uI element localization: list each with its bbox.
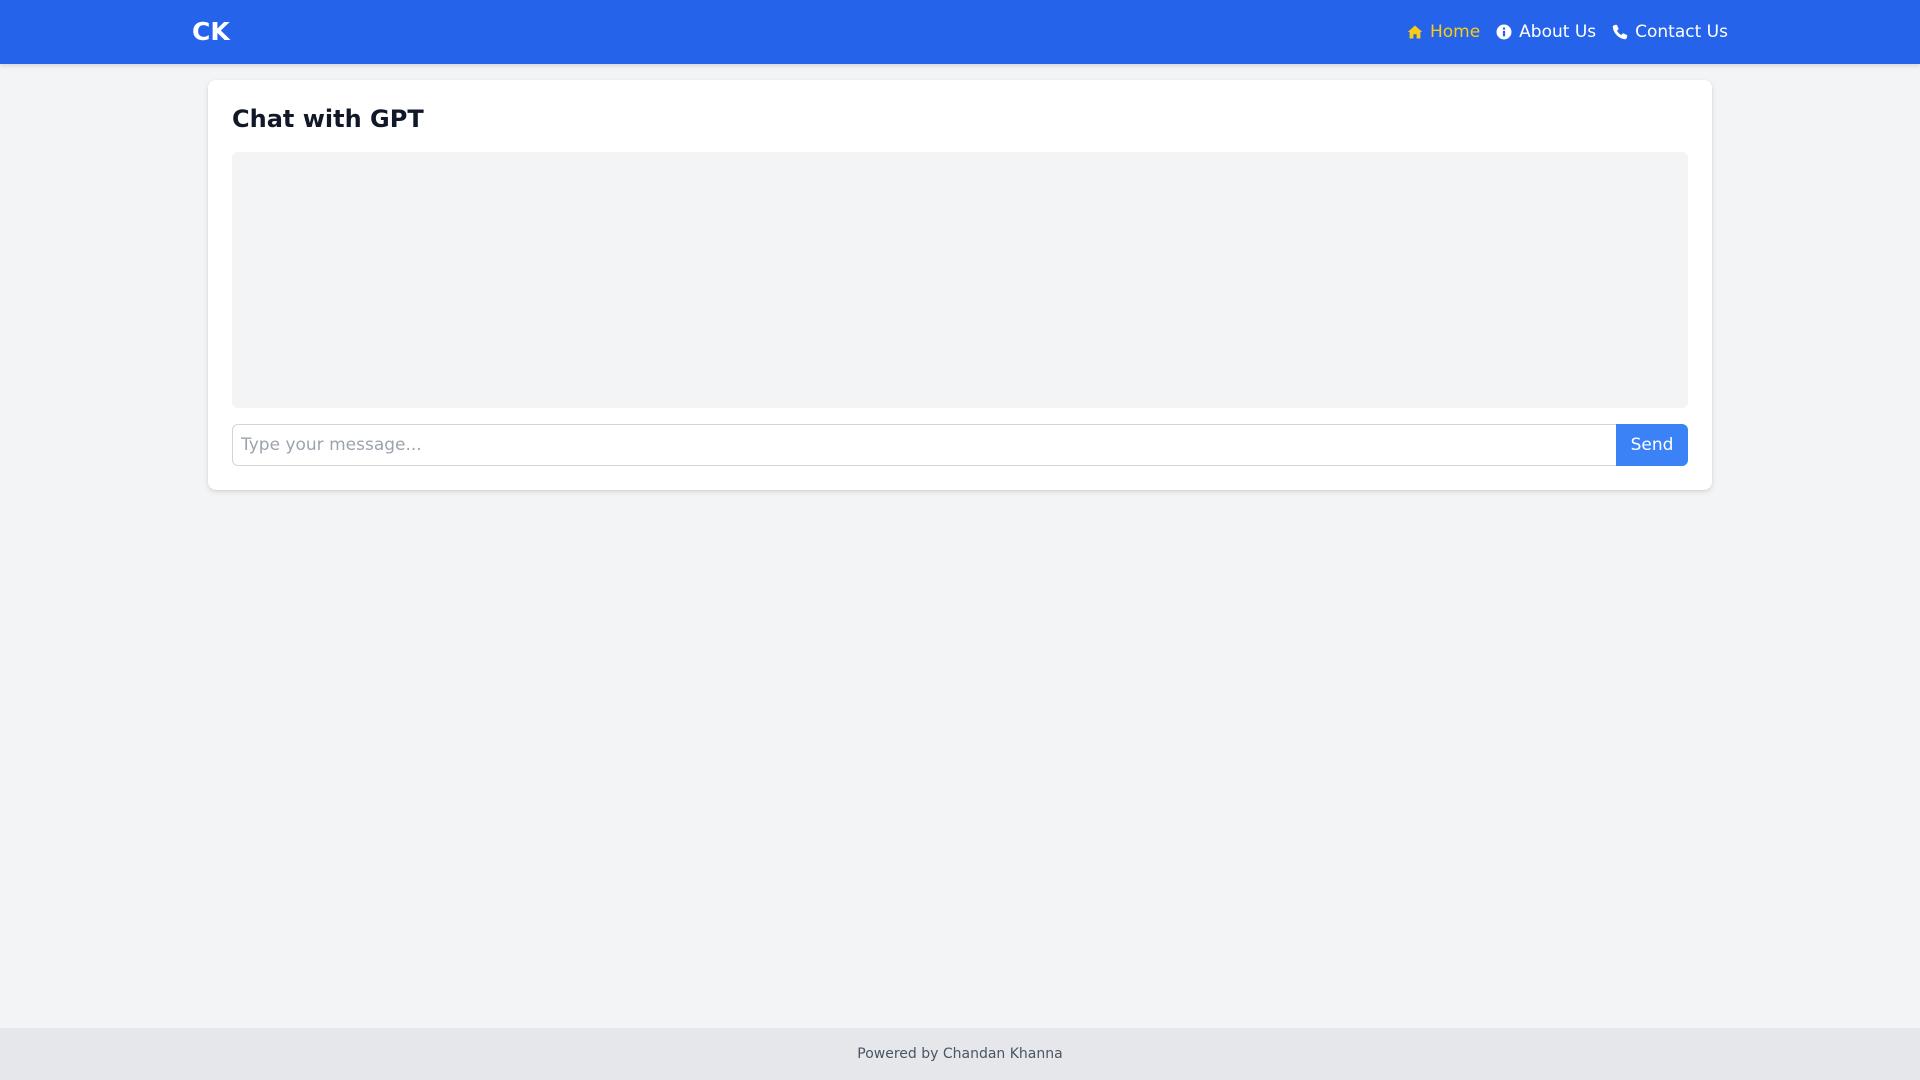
- home-icon: [1407, 25, 1423, 39]
- footer: Powered by Chandan Khanna: [0, 1028, 1920, 1080]
- info-icon: [1496, 24, 1512, 40]
- page-title: Chat with GPT: [232, 105, 424, 133]
- message-input-row: Send: [232, 424, 1688, 466]
- nav-link-label: Home: [1429, 22, 1481, 42]
- brand-logo[interactable]: CK: [192, 17, 230, 47]
- nav-link-label: About Us: [1519, 22, 1597, 42]
- nav-link-about[interactable]: About Us: [1496, 22, 1596, 42]
- chat-messages-area[interactable]: [232, 152, 1688, 408]
- chat-card: Chat with GPT Send: [208, 80, 1712, 490]
- navbar: CK Home About Us Contact Us: [0, 0, 1920, 64]
- footer-text: Powered by Chandan Khanna: [857, 1046, 1063, 1062]
- nav-links: Home About Us Contact Us: [1407, 0, 1728, 64]
- nav-link-label: Contact Us: [1635, 22, 1728, 42]
- nav-link-home[interactable]: Home: [1407, 22, 1480, 42]
- send-button[interactable]: Send: [1616, 424, 1688, 466]
- message-input[interactable]: [232, 424, 1616, 466]
- phone-icon: [1612, 24, 1628, 40]
- nav-link-contact[interactable]: Contact Us: [1612, 22, 1728, 42]
